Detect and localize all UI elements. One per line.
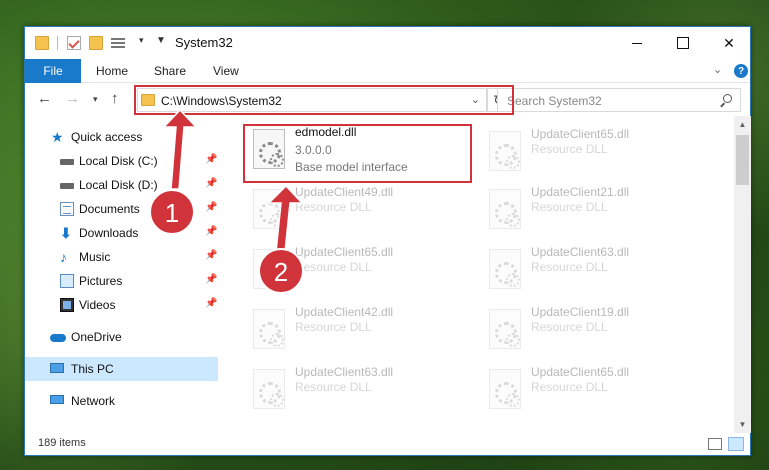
arrow-1	[162, 108, 198, 190]
arrow-2	[267, 184, 304, 253]
badge-2-number: 2	[274, 257, 288, 287]
annotation-overlay: 1 2	[149, 108, 304, 294]
badge-1-number: 1	[165, 198, 179, 228]
